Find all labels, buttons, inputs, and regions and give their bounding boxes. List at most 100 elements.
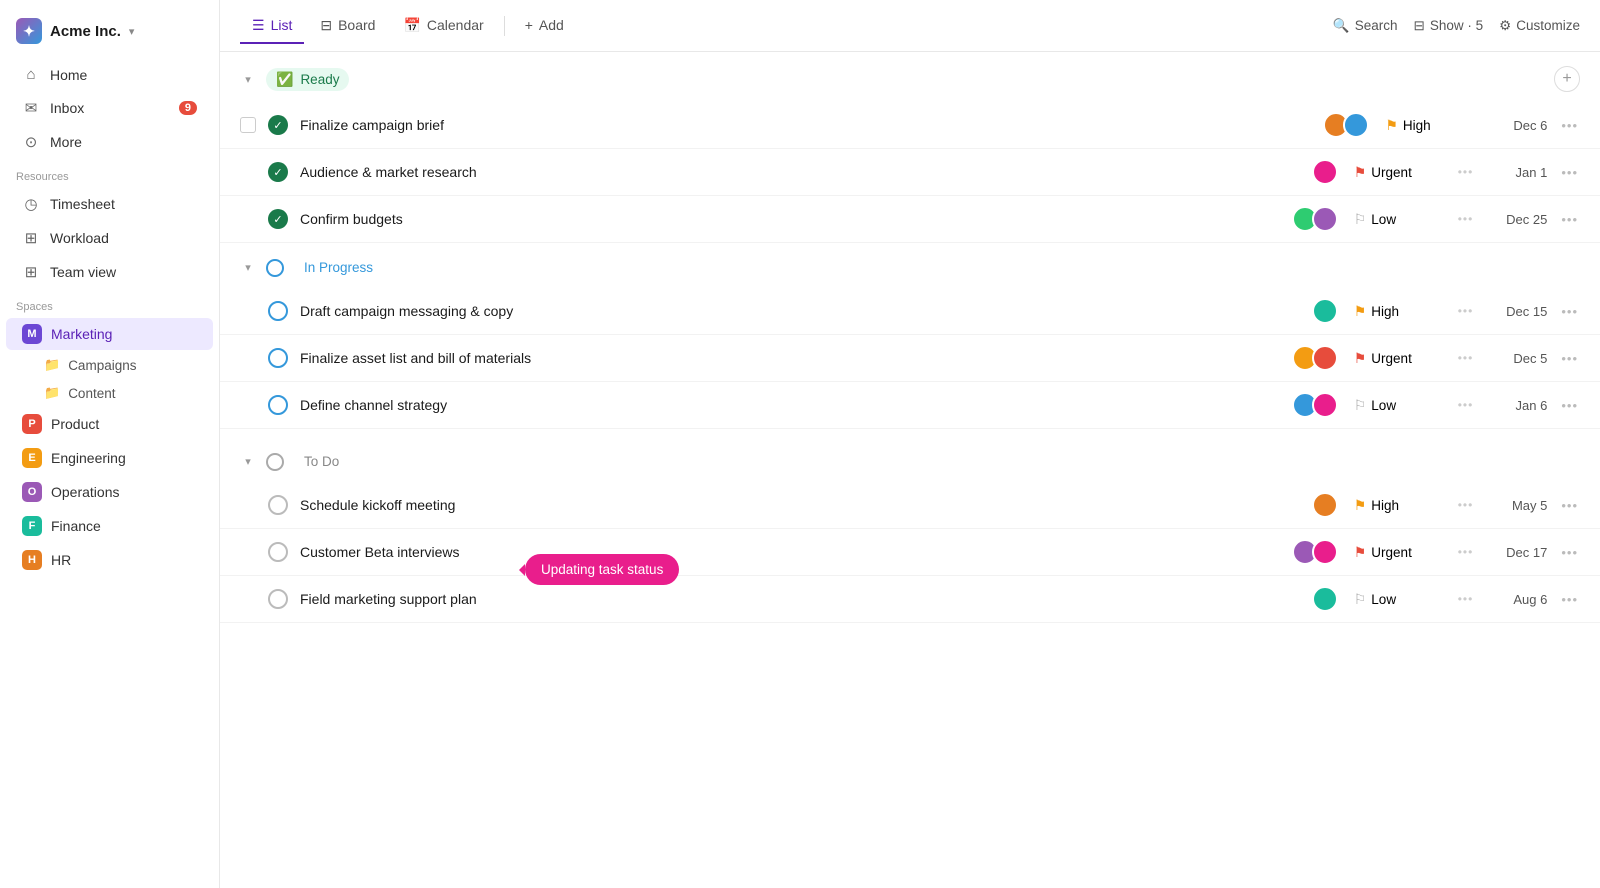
space-item-finance[interactable]: F Finance (6, 510, 213, 542)
task-avatars (1312, 298, 1338, 324)
priority-flag: ⚐ Low (1354, 591, 1444, 608)
task-row[interactable]: Field marketing support plan ⚐ Low ••• A… (220, 576, 1600, 623)
task-status-icon: ✓ (268, 162, 288, 182)
space-item-marketing[interactable]: M Marketing (6, 318, 213, 350)
add-button[interactable]: + Add (513, 9, 576, 43)
task-row[interactable]: ✓ Audience & market research ⚑ Urgent ••… (220, 149, 1600, 196)
priority-label: Urgent (1371, 351, 1412, 366)
task-more-menu[interactable]: ••• (1559, 592, 1580, 607)
in-progress-group-label[interactable]: In Progress (294, 257, 383, 278)
show-action[interactable]: ⊟ Show · 5 (1414, 18, 1484, 34)
task-more-dots: ••• (1456, 304, 1476, 318)
sidebar-item-more-label: More (50, 134, 82, 150)
sidebar-item-inbox[interactable]: ✉ Inbox 9 (6, 92, 213, 124)
task-checkbox[interactable] (240, 117, 256, 133)
home-icon: ⌂ (22, 66, 40, 83)
sub-item-campaigns[interactable]: 📁 Campaigns (6, 352, 213, 378)
space-item-hr[interactable]: H HR (6, 544, 213, 576)
to-do-label-text: To Do (304, 454, 339, 469)
sidebar-item-timesheet[interactable]: ◷ Timesheet (6, 188, 213, 220)
priority-label: Low (1371, 592, 1396, 607)
task-row[interactable]: Customer Beta interviews ⚑ Urgent ••• De… (220, 529, 1600, 576)
top-nav: ☰ List ⊟ Board 📅 Calendar + Add 🔍 Search… (220, 0, 1600, 52)
space-item-finance-label: Finance (51, 518, 101, 534)
ready-group-label[interactable]: ✅ Ready (266, 68, 349, 91)
task-avatars (1292, 539, 1338, 565)
task-more-menu[interactable]: ••• (1559, 118, 1580, 133)
task-row[interactable]: Finalize asset list and bill of material… (220, 335, 1600, 382)
sub-item-campaigns-label: Campaigns (68, 358, 136, 373)
task-row[interactable]: Define channel strategy ⚐ Low ••• Jan 6 … (220, 382, 1600, 429)
tab-calendar[interactable]: 📅 Calendar (391, 9, 495, 44)
tab-list-label: List (271, 17, 293, 33)
task-status-icon (268, 395, 288, 415)
space-item-product[interactable]: P Product (6, 408, 213, 440)
sidebar-item-teamview[interactable]: ⊞ Team view (6, 256, 213, 288)
product-badge: P (22, 414, 42, 434)
sub-item-content[interactable]: 📁 Content (6, 380, 213, 406)
finance-badge: F (22, 516, 42, 536)
priority-label: High (1371, 498, 1399, 513)
priority-flag: ⚑ Urgent (1354, 164, 1444, 181)
task-status-icon (268, 589, 288, 609)
to-do-group-label[interactable]: To Do (294, 451, 349, 472)
ready-check-icon: ✅ (276, 71, 293, 88)
task-more-menu[interactable]: ••• (1559, 498, 1580, 513)
task-more-menu[interactable]: ••• (1559, 212, 1580, 227)
sidebar-item-teamview-label: Team view (50, 264, 116, 280)
priority-label: High (1403, 118, 1431, 133)
sidebar-item-home[interactable]: ⌂ Home (6, 59, 213, 90)
priority-label: Urgent (1371, 545, 1412, 560)
group-to-do: ▾ To Do (220, 437, 1600, 482)
task-list-content: ▾ ✅ Ready + ✓ Finalize campaign brief ⚑ … (220, 52, 1600, 888)
customize-action[interactable]: ⚙ Customize (1499, 18, 1580, 34)
hr-badge: H (22, 550, 42, 570)
search-action[interactable]: 🔍 Search (1333, 18, 1398, 34)
in-progress-collapse-icon[interactable]: ▾ (240, 261, 256, 274)
task-row[interactable]: Schedule kickoff meeting ⚑ High ••• May … (220, 482, 1600, 529)
ready-collapse-icon[interactable]: ▾ (240, 73, 256, 86)
priority-label: Low (1371, 212, 1396, 227)
task-name: Audience & market research (300, 164, 1300, 180)
task-more-dots: ••• (1456, 398, 1476, 412)
brand[interactable]: ✦ Acme Inc. ▾ (0, 12, 219, 58)
ready-label-text: Ready (300, 72, 339, 87)
task-date: Aug 6 (1487, 592, 1547, 607)
task-status-icon (268, 542, 288, 562)
task-row[interactable]: ✓ Finalize campaign brief ⚑ High Dec 6 •… (220, 102, 1600, 149)
task-name: Finalize asset list and bill of material… (300, 350, 1280, 366)
sidebar-item-more[interactable]: ⊙ More (6, 126, 213, 158)
task-name: Customer Beta interviews (300, 544, 1280, 560)
ready-add-button[interactable]: + (1554, 66, 1580, 92)
sidebar-item-inbox-label: Inbox (50, 100, 84, 116)
task-more-dots: ••• (1456, 545, 1476, 559)
task-more-menu[interactable]: ••• (1559, 351, 1580, 366)
show-icon: ⊟ (1414, 18, 1425, 34)
task-more-menu[interactable]: ••• (1559, 398, 1580, 413)
avatar (1312, 345, 1338, 371)
engineering-badge: E (22, 448, 42, 468)
folder-icon-2: 📁 (44, 385, 60, 401)
sidebar-item-workload[interactable]: ⊞ Workload (6, 222, 213, 254)
task-more-menu[interactable]: ••• (1559, 545, 1580, 560)
space-item-engineering[interactable]: E Engineering (6, 442, 213, 474)
sidebar: ✦ Acme Inc. ▾ ⌂ Home ✉ Inbox 9 ⊙ More Re… (0, 0, 220, 888)
task-name: Finalize campaign brief (300, 117, 1311, 133)
sidebar-item-home-label: Home (50, 67, 87, 83)
task-date: May 5 (1487, 498, 1547, 513)
task-row[interactable]: Draft campaign messaging & copy ⚑ High •… (220, 288, 1600, 335)
space-item-operations[interactable]: O Operations (6, 476, 213, 508)
tab-list[interactable]: ☰ List (240, 9, 304, 44)
avatar (1312, 298, 1338, 324)
calendar-icon: 📅 (403, 17, 420, 34)
task-status-icon: ✓ (268, 209, 288, 229)
task-more-menu[interactable]: ••• (1559, 165, 1580, 180)
search-icon: 🔍 (1333, 18, 1350, 34)
to-do-collapse-icon[interactable]: ▾ (240, 455, 256, 468)
tab-board[interactable]: ⊟ Board (308, 9, 387, 44)
task-row[interactable]: ✓ Confirm budgets ⚐ Low ••• Dec 25 ••• (220, 196, 1600, 243)
gear-icon: ⚙ (1499, 18, 1511, 34)
task-date: Dec 17 (1487, 545, 1547, 560)
sub-item-content-label: Content (68, 386, 115, 401)
task-more-menu[interactable]: ••• (1559, 304, 1580, 319)
